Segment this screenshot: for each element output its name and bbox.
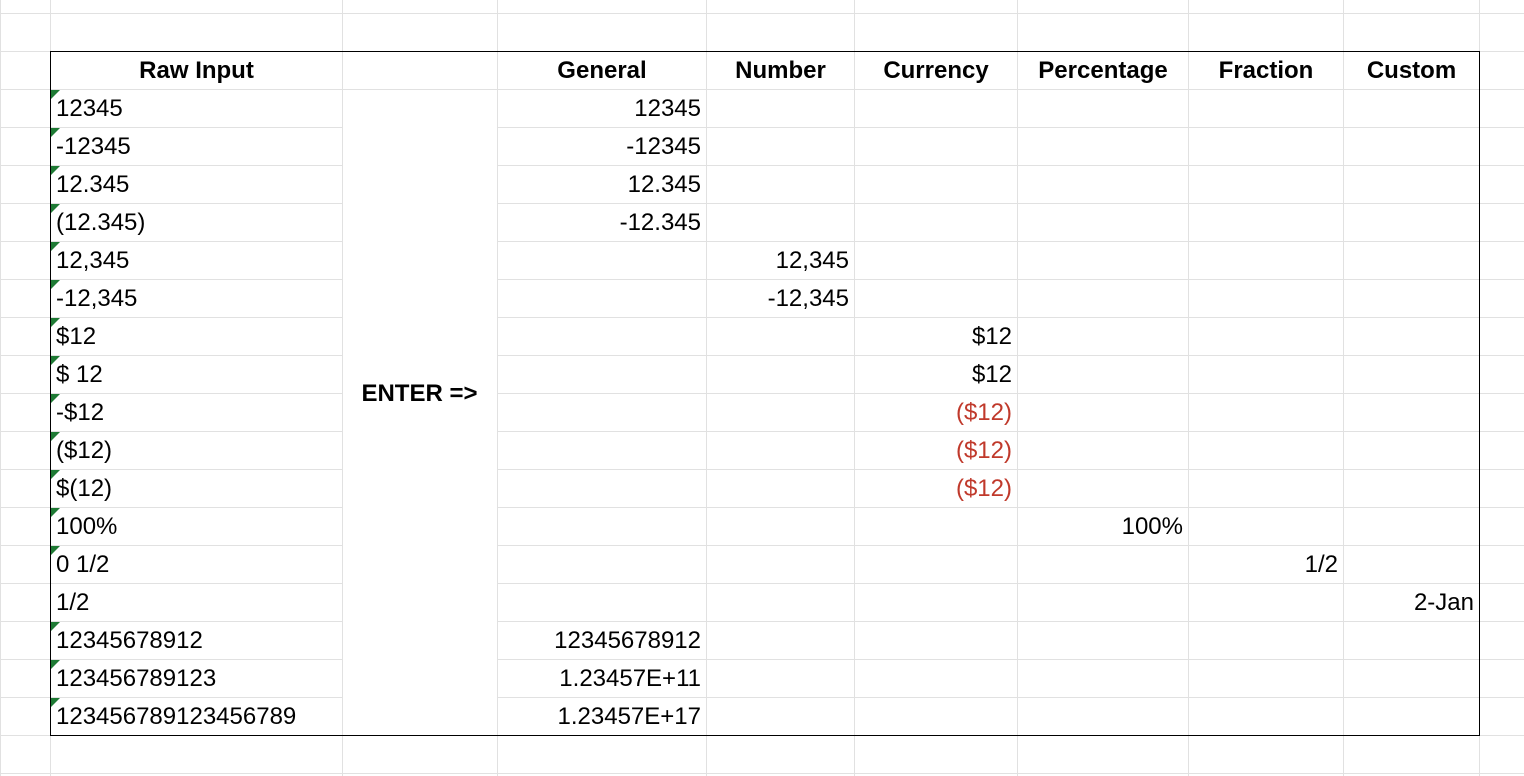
general-cell[interactable]: 1.23457E+17 [498,698,706,736]
raw-input-cell[interactable]: 100% [51,508,342,546]
number-cell[interactable]: 12,345 [707,242,854,280]
currency-cell[interactable]: $12 [855,356,1017,394]
text-indicator-icon [51,166,60,175]
raw-input-cell[interactable]: 12345678912 [51,622,342,660]
currency-cell-negative[interactable]: ($12) [855,394,1017,432]
enter-label[interactable]: ENTER => [342,374,497,414]
custom-cell[interactable]: 2-Jan [1344,584,1479,622]
general-cell[interactable]: 12345678912 [498,622,706,660]
text-indicator-icon [51,432,60,441]
text-indicator-icon [51,242,60,251]
text-indicator-icon [51,204,60,213]
header-fraction[interactable]: Fraction [1189,52,1343,90]
number-cell[interactable]: -12,345 [707,280,854,318]
raw-input-cell[interactable]: 12345 [51,90,342,128]
text-indicator-icon [51,394,60,403]
text-indicator-icon [51,546,60,555]
header-raw-input[interactable]: Raw Input [51,52,342,90]
text-indicator-icon [51,280,60,289]
general-cell[interactable]: 1.23457E+11 [498,660,706,698]
raw-input-cell[interactable]: $(12) [51,470,342,508]
raw-input-cell[interactable]: (12.345) [51,204,342,242]
text-indicator-icon [51,356,60,365]
raw-input-cell[interactable]: 1/2 [51,584,342,622]
percentage-cell[interactable]: 100% [1018,508,1188,546]
header-percentage[interactable]: Percentage [1018,52,1188,90]
raw-input-cell[interactable]: -12,345 [51,280,342,318]
general-cell[interactable]: 12345 [498,90,706,128]
text-indicator-icon [51,470,60,479]
general-cell[interactable]: -12345 [498,128,706,166]
raw-input-cell[interactable]: ($12) [51,432,342,470]
text-indicator-icon [51,508,60,517]
text-indicator-icon [51,128,60,137]
raw-input-cell[interactable]: 123456789123 [51,660,342,698]
raw-input-cell[interactable]: $12 [51,318,342,356]
general-cell[interactable]: 12.345 [498,166,706,204]
general-cell[interactable]: -12.345 [498,204,706,242]
text-indicator-icon [51,698,60,707]
raw-input-cell[interactable]: 12,345 [51,242,342,280]
header-custom[interactable]: Custom [1344,52,1479,90]
text-indicator-icon [51,622,60,631]
currency-cell-negative[interactable]: ($12) [855,432,1017,470]
currency-cell[interactable]: $12 [855,318,1017,356]
raw-input-cell[interactable]: -$12 [51,394,342,432]
header-currency[interactable]: Currency [855,52,1017,90]
text-indicator-icon [51,660,60,669]
raw-input-cell[interactable]: 123456789123456789 [51,698,342,736]
text-indicator-icon [51,318,60,327]
raw-input-cell[interactable]: 0 1/2 [51,546,342,584]
raw-input-cell[interactable]: -12345 [51,128,342,166]
text-indicator-icon [51,90,60,99]
header-general[interactable]: General [498,52,706,90]
header-number[interactable]: Number [707,52,854,90]
raw-input-cell[interactable]: 12.345 [51,166,342,204]
fraction-cell[interactable]: 1/2 [1189,546,1343,584]
currency-cell-negative[interactable]: ($12) [855,470,1017,508]
raw-input-cell[interactable]: $ 12 [51,356,342,394]
